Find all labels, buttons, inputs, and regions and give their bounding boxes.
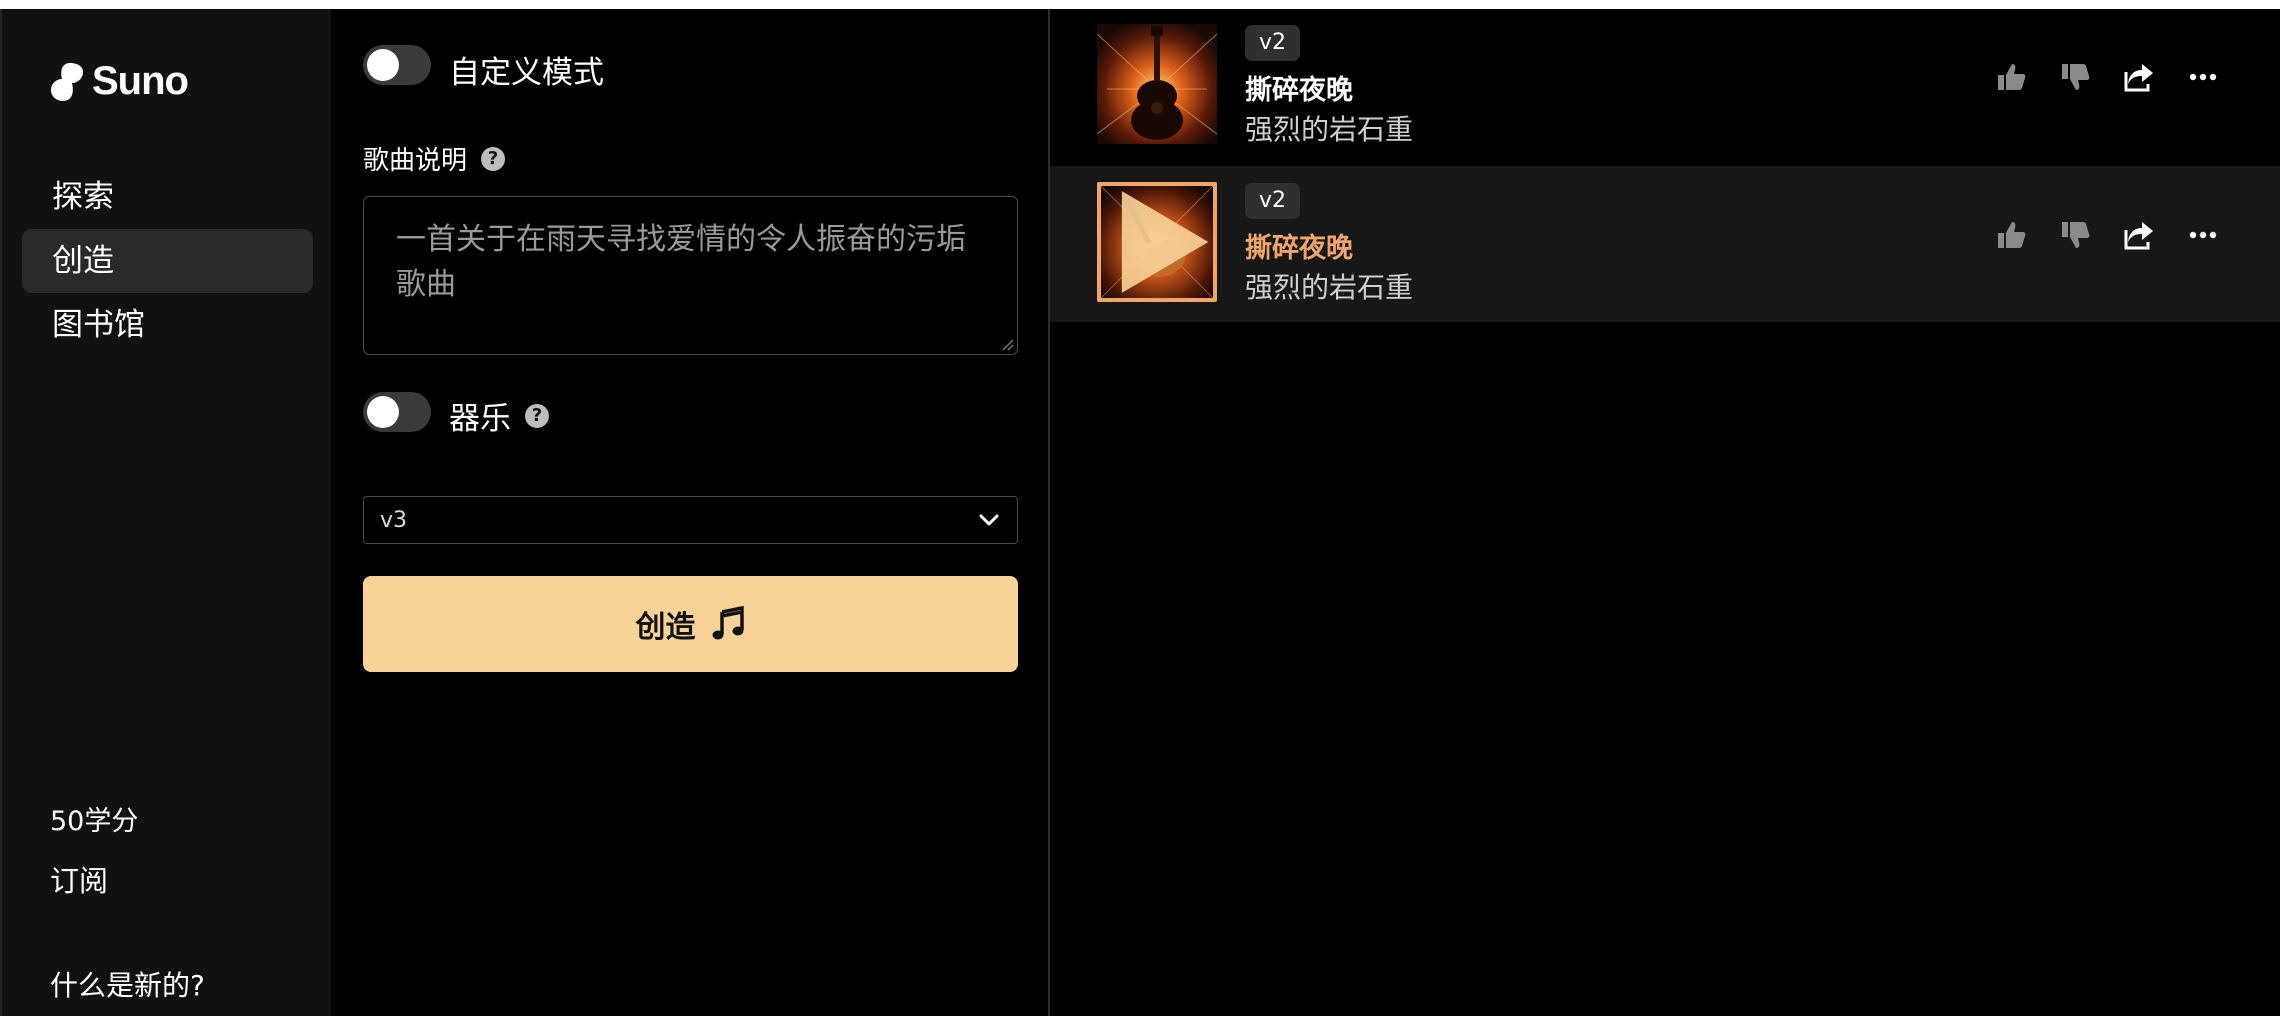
- sidebar-nav: 探索 创造 图书馆: [22, 165, 313, 357]
- logo[interactable]: Suno: [48, 59, 189, 104]
- sidebar: Suno 探索 创造 图书馆 50学分 订阅 什么是新的?: [0, 9, 331, 1016]
- custom-mode-label: 自定义模式: [449, 55, 604, 91]
- model-version-select[interactable]: v3: [363, 496, 1018, 544]
- version-badge: v2: [1245, 25, 1301, 61]
- song-description-heading: 歌曲说明 ?: [363, 140, 506, 177]
- credits-count: 50学分: [50, 806, 139, 837]
- song-description-text: 一首关于在雨天寻找爱情的令人振奋的污垢歌曲: [396, 222, 966, 302]
- song-cover[interactable]: [1097, 182, 1217, 302]
- song-actions: [1994, 60, 2220, 94]
- subscribe-link[interactable]: 订阅: [50, 858, 108, 900]
- song-title[interactable]: 撕碎夜晚: [1245, 68, 1353, 107]
- sidebar-item-create[interactable]: 创造: [22, 229, 313, 293]
- guitar-artwork: [1097, 24, 1217, 144]
- share-icon[interactable]: [2122, 218, 2156, 252]
- song-title[interactable]: 撕碎夜晚: [1245, 226, 1353, 265]
- help-icon[interactable]: ?: [525, 403, 549, 428]
- song-description-input[interactable]: 一首关于在雨天寻找爱情的令人振奋的污垢歌曲: [363, 196, 1018, 355]
- thumbs-up-icon[interactable]: [1994, 60, 2028, 94]
- song-cover[interactable]: [1097, 24, 1217, 144]
- song-row[interactable]: v2 撕碎夜晚 强烈的岩石重: [1050, 8, 2280, 164]
- create-button-label: 创造: [635, 610, 696, 645]
- version-badge: v2: [1245, 183, 1301, 219]
- thumbs-down-icon[interactable]: [2058, 60, 2092, 94]
- more-icon[interactable]: [2186, 60, 2220, 94]
- create-button[interactable]: 创造: [363, 576, 1018, 672]
- song-list: v2 撕碎夜晚 强烈的岩石重 v2 撕碎夜晚 强烈的岩石重: [1050, 9, 2280, 1016]
- song-style: 强烈的岩石重: [1245, 113, 1414, 146]
- song-description-label: 歌曲说明: [363, 146, 468, 176]
- song-style: 强烈的岩石重: [1245, 271, 1414, 304]
- instrumental-label: 器乐: [449, 401, 511, 437]
- model-version-value: v3: [380, 507, 408, 533]
- app: Suno 探索 创造 图书馆 50学分 订阅 什么是新的? 自定义模式 歌曲说明…: [0, 9, 2280, 1016]
- thumbs-down-icon[interactable]: [2058, 218, 2092, 252]
- create-panel: 自定义模式 歌曲说明 ? 一首关于在雨天寻找爱情的令人振奋的污垢歌曲 器乐 ? …: [331, 9, 1050, 1016]
- chevron-down-icon: [979, 514, 999, 526]
- instrumental-heading: 器乐 ?: [449, 393, 549, 438]
- custom-mode-toggle[interactable]: [363, 45, 431, 85]
- song-row[interactable]: v2 撕碎夜晚 强烈的岩石重: [1050, 166, 2280, 322]
- logo-text: Suno: [92, 59, 189, 103]
- music-note-icon: [712, 606, 744, 640]
- help-icon[interactable]: ?: [481, 146, 506, 171]
- whats-new-link[interactable]: 什么是新的?: [50, 964, 205, 1004]
- more-icon[interactable]: [2186, 218, 2220, 252]
- song-actions: [1994, 218, 2220, 252]
- resize-handle-icon[interactable]: [1000, 337, 1014, 351]
- instrumental-toggle[interactable]: [363, 392, 431, 432]
- sidebar-item-library[interactable]: 图书馆: [22, 293, 313, 357]
- suno-logo-icon: [51, 62, 83, 101]
- play-icon[interactable]: [1107, 186, 1217, 298]
- thumbs-up-icon[interactable]: [1994, 218, 2028, 252]
- share-icon[interactable]: [2122, 60, 2156, 94]
- sidebar-item-explore[interactable]: 探索: [22, 165, 313, 229]
